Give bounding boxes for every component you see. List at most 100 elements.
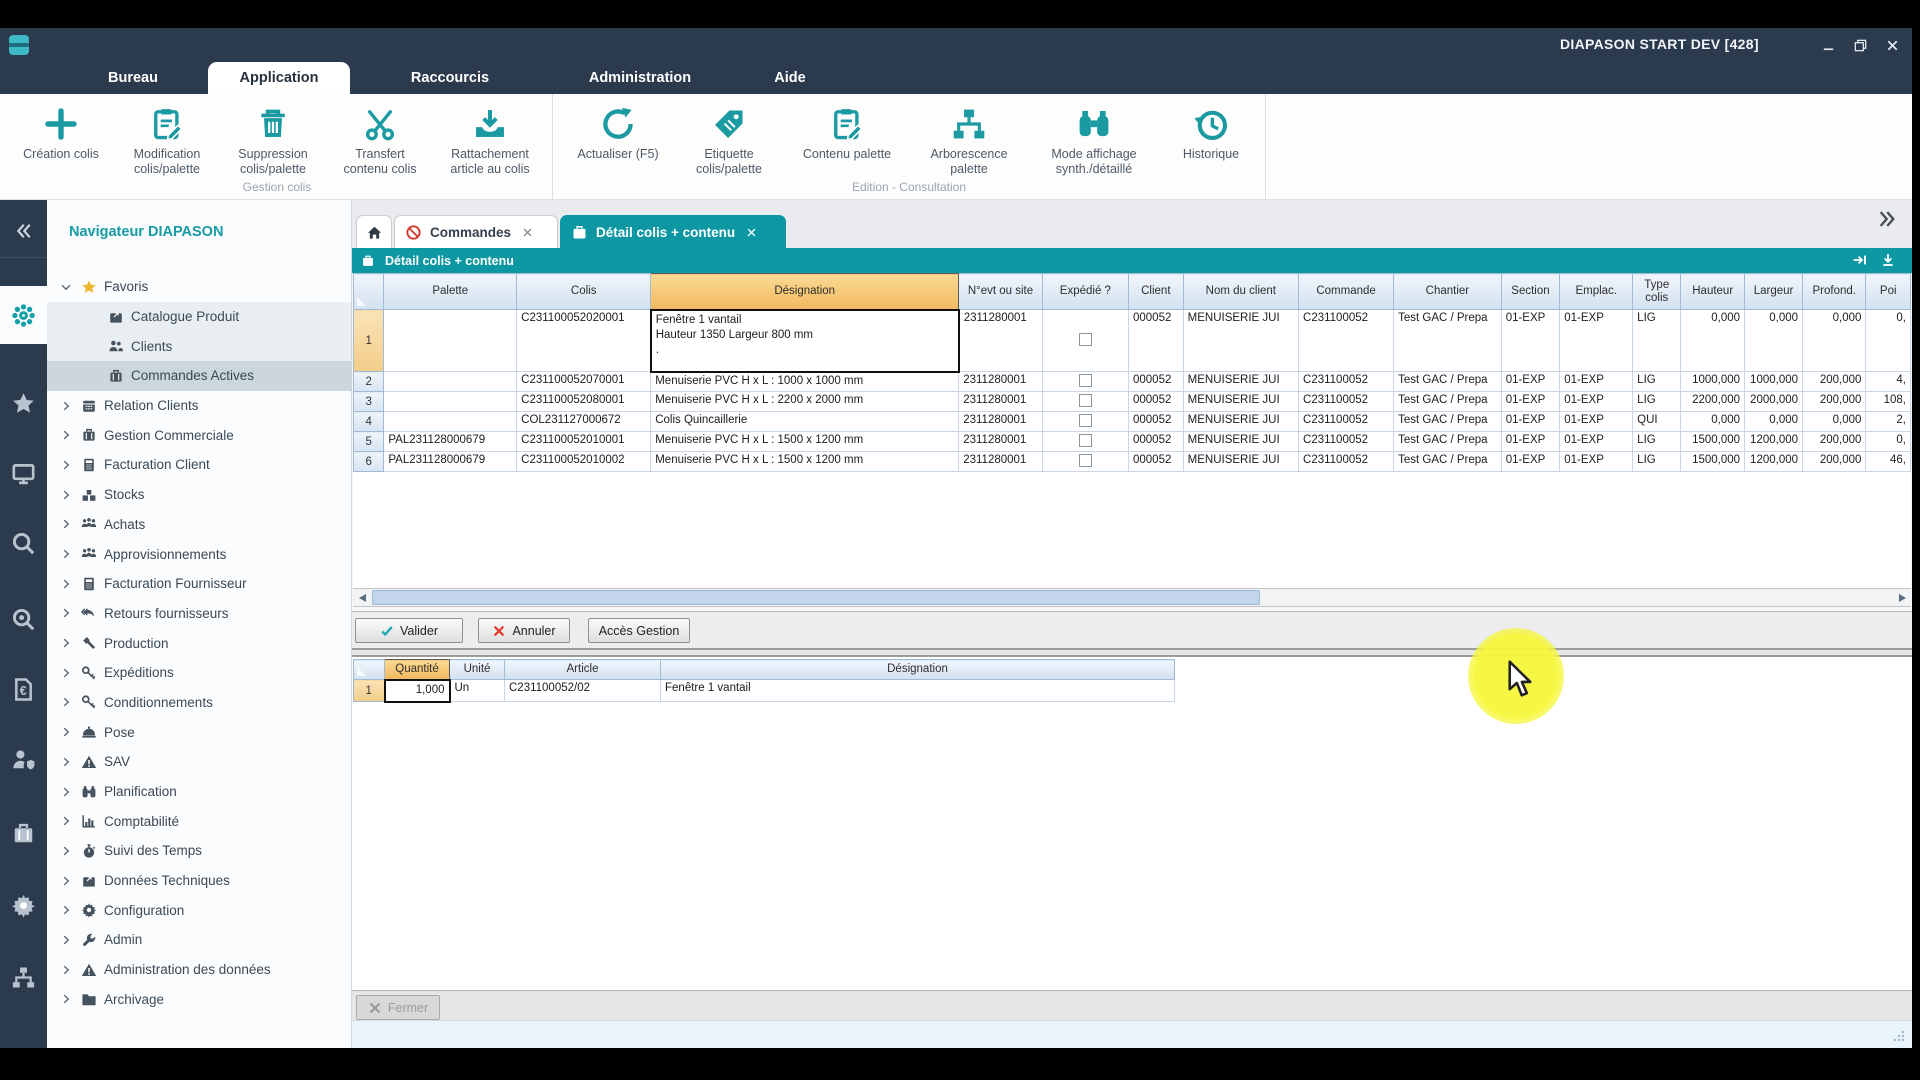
cell[interactable]: 01-EXP (1560, 310, 1633, 372)
rail-button-invoices[interactable]: € (0, 662, 47, 716)
cell[interactable]: Test GAC / Prepa (1394, 452, 1502, 472)
cell[interactable]: C231100052010001 (517, 432, 651, 452)
menu-tab-bureau[interactable]: Bureau (58, 62, 208, 94)
cell[interactable]: 200,000 (1803, 392, 1866, 412)
cell[interactable]: Test GAC / Prepa (1394, 310, 1502, 372)
cell[interactable]: 1000,000 (1745, 372, 1803, 392)
cell[interactable]: 2, (1866, 412, 1911, 432)
export-button[interactable] (1880, 252, 1896, 268)
cell[interactable]: 4, (1866, 372, 1911, 392)
cell[interactable]: C231100052080001 (517, 392, 651, 412)
sidebar-item-facturation-fournisseur[interactable]: Facturation Fournisseur (47, 569, 351, 599)
valider-button[interactable]: Valider (355, 618, 463, 643)
cell[interactable] (1042, 432, 1128, 452)
cell[interactable]: 4 (354, 412, 384, 432)
cell[interactable]: C231100052 (1299, 310, 1394, 372)
cell[interactable]: 000052 (1128, 412, 1183, 432)
sidebar-item-production[interactable]: Production (47, 628, 351, 658)
cell[interactable]: C231100052/02 (505, 680, 661, 702)
cell[interactable]: 200,000 (1803, 452, 1866, 472)
cell[interactable]: PAL231128000679 (384, 432, 517, 452)
close-button[interactable] (1880, 35, 1904, 55)
rail-button-desktop[interactable] (0, 446, 47, 500)
ribbon-button-creation-colis[interactable]: Création colis (8, 102, 114, 177)
sidebar-item-commandes-actives[interactable]: Commandes Actives (47, 361, 351, 391)
checkbox-unchecked[interactable] (1079, 414, 1092, 427)
scroll-right-button[interactable] (1893, 589, 1911, 606)
column-header-type-colis[interactable]: Type colis (1633, 274, 1681, 310)
menu-tab-application[interactable]: Application (208, 62, 350, 94)
column-header-n-evt-ou-site[interactable]: N°evt ou site (959, 274, 1043, 310)
sidebar-item-catalogue-produit[interactable]: Catalogue Produit (47, 302, 351, 332)
cell[interactable]: 000052 (1128, 372, 1183, 392)
tab-commandes[interactable]: Commandes (394, 215, 558, 248)
sidebar-item-conditionnements[interactable]: Conditionnements (47, 688, 351, 718)
cell[interactable]: 0,000 (1803, 412, 1866, 432)
cell[interactable]: Menuiserie PVC H x L : 1500 x 1200 mm (651, 432, 959, 452)
cell[interactable]: MENUISERIE JUI (1183, 452, 1298, 472)
ribbon-button-modification-colis-palette[interactable]: Modification colis/palette (114, 102, 220, 177)
cell[interactable]: 0,000 (1745, 310, 1803, 372)
cell[interactable] (384, 412, 517, 432)
tabs-overflow-button[interactable] (1876, 208, 1898, 230)
column-header-palette[interactable]: Palette (384, 274, 517, 310)
cell[interactable]: Un (450, 680, 505, 702)
cell[interactable]: 200,000 (1803, 432, 1866, 452)
cell[interactable]: 2311280001 (959, 452, 1043, 472)
cell[interactable]: LIG (1633, 310, 1681, 372)
cell[interactable]: 2311280001 (959, 310, 1043, 372)
pin-columns-button[interactable] (1852, 252, 1868, 268)
cell[interactable]: COL231127000672 (517, 412, 651, 432)
cell[interactable]: C231100052070001 (517, 372, 651, 392)
acces-gestion-button[interactable]: Accès Gestion (588, 618, 690, 643)
cell[interactable]: 1,000 (385, 680, 450, 702)
cell[interactable]: 0,000 (1681, 412, 1745, 432)
minimize-button[interactable] (1816, 35, 1840, 55)
cell[interactable]: 108, (1866, 392, 1911, 412)
annuler-button[interactable]: Annuler (478, 618, 570, 643)
rail-button-orders[interactable] (0, 806, 47, 860)
column-header-colis[interactable]: Colis (517, 274, 651, 310)
cell[interactable]: MENUISERIE JUI (1183, 372, 1298, 392)
column-header[interactable] (354, 660, 385, 680)
sidebar-item-approvisionnements[interactable]: Approvisionnements (47, 539, 351, 569)
cell[interactable]: MENUISERIE JUI (1183, 392, 1298, 412)
column-header-commande[interactable]: Commande (1299, 274, 1394, 310)
rail-button-modules[interactable] (0, 286, 47, 344)
ribbon-button-arborescence-palette[interactable]: Arborescence palette (913, 102, 1025, 177)
cell[interactable]: C231100052010002 (517, 452, 651, 472)
column-header-nom-du-client[interactable]: Nom du client (1183, 274, 1298, 310)
ribbon-button-transfert-contenu-colis[interactable]: Transfert contenu colis (326, 102, 434, 177)
column-header-poi[interactable]: Poi (1866, 274, 1911, 310)
checkbox-unchecked[interactable] (1079, 434, 1092, 447)
cell[interactable]: Test GAC / Prepa (1394, 412, 1502, 432)
cell[interactable] (1042, 412, 1128, 432)
cell[interactable]: 01-EXP (1501, 310, 1560, 372)
cell[interactable]: C231100052 (1299, 392, 1394, 412)
tab-home[interactable] (356, 215, 392, 248)
cell[interactable]: 1500,000 (1681, 452, 1745, 472)
cell[interactable]: LIG (1633, 432, 1681, 452)
ribbon-button-contenu-palette[interactable]: Contenu palette (781, 102, 913, 177)
cell[interactable] (384, 372, 517, 392)
tab-close-icon[interactable] (522, 227, 533, 238)
cell[interactable]: Fenêtre 1 vantail (661, 680, 1175, 702)
tab-close-icon[interactable] (746, 227, 757, 238)
pane-splitter[interactable] (352, 648, 1912, 657)
column-header-quantite[interactable]: Quantité (385, 660, 450, 680)
sidebar-item-admin[interactable]: Admin (47, 925, 351, 955)
cell[interactable]: Colis Quincaillerie (651, 412, 959, 432)
cell[interactable] (1042, 372, 1128, 392)
cell[interactable]: Menuiserie PVC H x L : 2200 x 2000 mm (651, 392, 959, 412)
ribbon-button-actualiser-f5[interactable]: Actualiser (F5) (559, 102, 677, 177)
restore-button[interactable] (1848, 35, 1872, 55)
cell[interactable]: 01-EXP (1560, 452, 1633, 472)
cell[interactable]: 1 (354, 310, 384, 372)
cell[interactable]: LIG (1633, 392, 1681, 412)
cell[interactable]: Test GAC / Prepa (1394, 372, 1502, 392)
scroll-left-button[interactable] (353, 589, 371, 606)
cell[interactable]: 000052 (1128, 392, 1183, 412)
sidebar-item-stocks[interactable]: Stocks (47, 480, 351, 510)
sidebar-item-clients[interactable]: Clients (47, 331, 351, 361)
sidebar-item-archivage[interactable]: Archivage (47, 985, 351, 1015)
